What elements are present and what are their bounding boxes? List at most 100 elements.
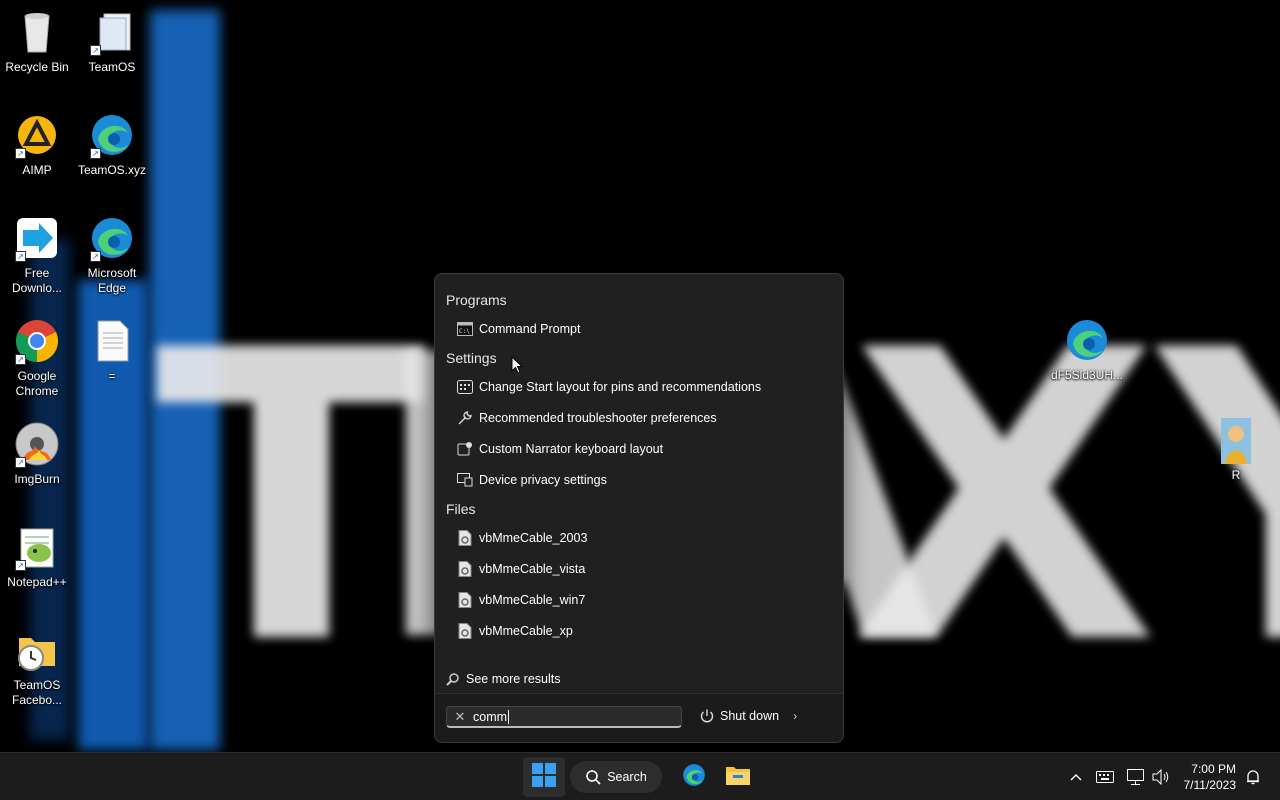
clock-time: 7:00 PM bbox=[1191, 762, 1236, 776]
config-file-icon bbox=[457, 623, 473, 639]
keyboard-icon[interactable] bbox=[1095, 767, 1115, 787]
result-label: vbMmeCable_win7 bbox=[479, 593, 586, 607]
desktop-icon-r-image[interactable]: R bbox=[1199, 418, 1273, 483]
result-label: Custom Narrator keyboard layout bbox=[479, 442, 664, 456]
search-input[interactable]: ✕ comm bbox=[446, 706, 682, 728]
clock-date: 7/11/2023 bbox=[1183, 778, 1237, 792]
start-button[interactable] bbox=[523, 757, 565, 797]
show-hidden-icons-chevron-up-icon[interactable] bbox=[1066, 767, 1086, 787]
see-more-results-link[interactable]: See more results bbox=[446, 672, 560, 686]
result-label: Recommended troubleshooter preferences bbox=[479, 411, 717, 425]
folder-shortcut-icon: ↗ bbox=[88, 8, 136, 56]
desktop-icon-label: Free Downlo... bbox=[11, 266, 63, 295]
desktop-icon-label: TeamOS bbox=[88, 60, 136, 74]
aimp-icon: ↗ bbox=[13, 111, 61, 159]
flyout-footer: ✕ comm Shut down › bbox=[435, 693, 843, 742]
desktop-icon-microsoft-edge[interactable]: ↗ Microsoft Edge bbox=[75, 214, 149, 296]
shortcut-arrow-icon: ↗ bbox=[15, 457, 26, 468]
desktop-icon-teamos-facebook[interactable]: TeamOS Facebo... bbox=[0, 626, 74, 708]
shut-down-button[interactable]: Shut down › bbox=[699, 708, 797, 724]
shortcut-arrow-icon: ↗ bbox=[15, 251, 26, 262]
search-results-flyout: Programs C:\ Command Prompt Settings Cha… bbox=[434, 273, 844, 743]
result-troubleshooter-preferences[interactable]: Recommended troubleshooter preferences bbox=[457, 407, 717, 429]
layout-icon bbox=[457, 379, 473, 395]
device-privacy-icon bbox=[457, 472, 473, 488]
config-file-icon bbox=[457, 592, 473, 608]
desktop-icon-teamos[interactable]: ↗ TeamOS bbox=[75, 8, 149, 75]
desktop-icon-free-download-manager[interactable]: ↗ Free Downlo... bbox=[0, 214, 74, 296]
desktop-icon-teamos-xyz[interactable]: ↗ TeamOS.xyz bbox=[75, 111, 149, 178]
folder-clock-icon bbox=[13, 626, 61, 674]
result-file-vista[interactable]: vbMmeCable_vista bbox=[457, 558, 585, 580]
image-thumbnail-icon bbox=[1221, 418, 1251, 464]
shut-down-label: Shut down bbox=[720, 709, 780, 723]
result-device-privacy-settings[interactable]: Device privacy settings bbox=[457, 469, 607, 491]
chevron-right-icon[interactable]: › bbox=[793, 709, 797, 723]
desktop-icon-label: dF5Sld3UH... bbox=[1050, 368, 1124, 382]
text-caret bbox=[508, 709, 510, 724]
taskbar-edge-button[interactable] bbox=[674, 757, 714, 797]
notepad-plus-plus-icon: ↗ bbox=[13, 523, 61, 571]
desktop-icon-google-chrome[interactable]: ↗ Google Chrome bbox=[0, 317, 74, 399]
edge-icon: ↗ bbox=[88, 111, 136, 159]
section-title-programs: Programs bbox=[446, 292, 507, 308]
config-file-icon bbox=[457, 530, 473, 546]
desktop-icon-recycle-bin[interactable]: Recycle Bin bbox=[0, 8, 74, 75]
result-file-win7[interactable]: vbMmeCable_win7 bbox=[457, 589, 585, 611]
search-input-value: comm bbox=[473, 709, 508, 724]
desktop-icon-label: Notepad++ bbox=[7, 575, 67, 589]
taskbar-file-explorer-button[interactable] bbox=[718, 757, 758, 797]
power-icon bbox=[699, 708, 715, 724]
desktop-icon-label: ImgBurn bbox=[14, 472, 60, 486]
taskbar-search-button[interactable]: Search bbox=[570, 761, 662, 793]
desktop-icon-text-file[interactable]: = bbox=[75, 317, 149, 384]
result-label: Device privacy settings bbox=[479, 473, 607, 487]
shortcut-arrow-icon: ↗ bbox=[90, 251, 101, 262]
edge-icon bbox=[1063, 316, 1111, 364]
result-label: vbMmeCable_xp bbox=[479, 624, 573, 638]
desktop-icon-notepad-plus-plus[interactable]: ↗ Notepad++ bbox=[0, 523, 74, 590]
result-label: Command Prompt bbox=[479, 322, 581, 336]
result-file-2003[interactable]: vbMmeCable_2003 bbox=[457, 527, 587, 549]
result-command-prompt[interactable]: C:\ Command Prompt bbox=[457, 318, 580, 340]
file-explorer-icon bbox=[725, 763, 751, 792]
shortcut-arrow-icon: ↗ bbox=[15, 354, 26, 365]
narrator-icon bbox=[457, 441, 473, 457]
network-icon[interactable] bbox=[1126, 767, 1146, 787]
imgburn-icon: ↗ bbox=[13, 420, 61, 468]
result-label: Change Start layout for pins and recomme… bbox=[479, 380, 762, 394]
desktop-icon-imgburn[interactable]: ↗ ImgBurn bbox=[0, 420, 74, 487]
desktop-icon-aimp[interactable]: ↗ AIMP bbox=[0, 111, 74, 178]
result-file-xp[interactable]: vbMmeCable_xp bbox=[457, 620, 573, 642]
desktop-icon-label: TeamOS Facebo... bbox=[11, 678, 63, 707]
edge-icon: ↗ bbox=[88, 214, 136, 262]
shortcut-arrow-icon: ↗ bbox=[15, 148, 26, 159]
edge-icon bbox=[681, 762, 707, 793]
shortcut-arrow-icon: ↗ bbox=[90, 148, 101, 159]
desktop-icon-label: AIMP bbox=[22, 163, 52, 177]
magnifier-icon bbox=[446, 672, 460, 686]
result-label: vbMmeCable_2003 bbox=[479, 531, 588, 545]
volume-icon[interactable] bbox=[1151, 767, 1171, 787]
see-more-label: See more results bbox=[466, 672, 561, 686]
notification-bell-icon[interactable] bbox=[1243, 767, 1263, 787]
section-title-files: Files bbox=[446, 501, 476, 517]
taskbar: Search 7:00 PM 7/11/2023 bbox=[0, 752, 1280, 800]
taskbar-clock[interactable]: 7:00 PM 7/11/2023 bbox=[1180, 761, 1237, 793]
search-icon bbox=[585, 769, 601, 785]
desktop-icon-label: Recycle Bin bbox=[5, 60, 69, 74]
desktop-icon-label: TeamOS.xyz bbox=[77, 163, 146, 177]
desktop-icon-df5sld3uh[interactable]: dF5Sld3UH... bbox=[1050, 316, 1124, 383]
result-label: vbMmeCable_vista bbox=[479, 562, 586, 576]
desktop-icon-label: = bbox=[108, 369, 116, 383]
shortcut-arrow-icon: ↗ bbox=[90, 45, 101, 56]
taskbar-search-label: Search bbox=[607, 770, 647, 784]
result-narrator-keyboard-layout[interactable]: Custom Narrator keyboard layout bbox=[457, 438, 663, 460]
recycle-bin-icon bbox=[13, 8, 61, 56]
clear-search-icon[interactable]: ✕ bbox=[447, 709, 473, 725]
result-change-start-layout[interactable]: Change Start layout for pins and recomme… bbox=[457, 376, 761, 398]
desktop-icon-label: R bbox=[1231, 468, 1241, 482]
command-prompt-icon: C:\ bbox=[457, 321, 473, 337]
mouse-cursor-icon bbox=[511, 355, 524, 379]
config-file-icon bbox=[457, 561, 473, 577]
